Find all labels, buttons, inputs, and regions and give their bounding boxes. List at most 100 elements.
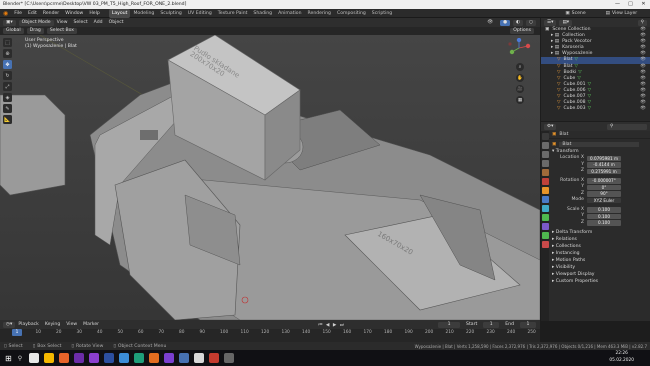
move-tool-icon[interactable]: ✥ bbox=[3, 60, 12, 69]
tab-view-layer-icon[interactable] bbox=[541, 160, 549, 167]
tab-scene-icon[interactable] bbox=[541, 169, 549, 176]
taskbar-app-icon[interactable] bbox=[118, 353, 129, 363]
scale-x-field[interactable]: 0.100 bbox=[587, 207, 621, 213]
tab-shading[interactable]: Shading bbox=[250, 9, 275, 18]
section-instancing[interactable]: ▸ Instancing bbox=[549, 250, 650, 257]
scale-y-field[interactable]: 0.100 bbox=[587, 213, 621, 219]
taskbar-app-icon[interactable] bbox=[133, 353, 144, 363]
viewport-menu-view[interactable]: View bbox=[54, 18, 71, 27]
editor-type-button[interactable]: ▣▾ bbox=[3, 19, 16, 26]
rotation-y-field[interactable]: 0° bbox=[587, 184, 621, 190]
taskbar-app-icon[interactable] bbox=[103, 353, 114, 363]
taskbar-app-icon[interactable] bbox=[178, 353, 189, 363]
visibility-icon[interactable]: 👁 bbox=[487, 20, 493, 25]
playback-controls[interactable]: ⏮ ◀ ▶ ⏭ bbox=[318, 322, 345, 328]
shading-material-button[interactable]: ◐ bbox=[512, 19, 523, 26]
select-tool-icon[interactable]: ⬚ bbox=[3, 38, 12, 47]
tab-layout[interactable]: Layout bbox=[108, 8, 131, 18]
tab-tool-icon[interactable] bbox=[541, 133, 549, 140]
tab-uv-editing[interactable]: UV Editing bbox=[185, 9, 215, 18]
object-mode-dropdown[interactable]: Object Mode bbox=[18, 19, 54, 26]
timeline-playhead[interactable]: 1 bbox=[12, 329, 22, 336]
transform-orientation-dropdown[interactable]: Global bbox=[3, 28, 24, 34]
location-y-field[interactable]: -0.4144 m bbox=[587, 162, 621, 168]
taskbar-app-icon[interactable] bbox=[163, 353, 174, 363]
tab-modifier-icon[interactable] bbox=[541, 196, 549, 203]
tab-compositing[interactable]: Compositing bbox=[334, 9, 369, 18]
view-layer-selector[interactable]: View Layer bbox=[612, 11, 650, 16]
properties-search[interactable]: ⚲ bbox=[607, 123, 647, 130]
rotate-tool-icon[interactable]: ↻ bbox=[3, 71, 12, 80]
location-x-field[interactable]: 0.0795981 m bbox=[587, 155, 621, 161]
end-frame-field[interactable]: 1 bbox=[520, 321, 536, 328]
section-custom-properties[interactable]: ▸ Custom Properties bbox=[549, 278, 650, 285]
zoom-icon[interactable]: ⌕ bbox=[516, 63, 524, 71]
close-button[interactable]: ✕ bbox=[637, 0, 650, 9]
measure-tool-icon[interactable]: 📐 bbox=[3, 115, 12, 124]
menu-window[interactable]: Window bbox=[62, 9, 86, 18]
taskbar-app-icon[interactable] bbox=[193, 353, 204, 363]
menu-file[interactable]: File bbox=[11, 9, 25, 18]
options-dropdown[interactable]: Options bbox=[510, 28, 534, 34]
select-box-dropdown[interactable]: Select Box bbox=[46, 28, 77, 34]
scale-tool-icon[interactable]: ⤢ bbox=[3, 82, 12, 91]
menu-render[interactable]: Render bbox=[40, 9, 62, 18]
section-delta-transform[interactable]: ▸ Delta Transform bbox=[549, 229, 650, 236]
tab-rendering[interactable]: Rendering bbox=[305, 9, 334, 18]
tab-output-icon[interactable] bbox=[541, 151, 549, 158]
tab-constraints-icon[interactable] bbox=[541, 223, 549, 230]
timeline-ruler[interactable]: 0102030405060708090100110120130140150160… bbox=[0, 329, 540, 342]
section-viewport-display[interactable]: ▸ Viewport Display bbox=[549, 271, 650, 278]
tab-render-icon[interactable] bbox=[541, 142, 549, 149]
taskbar-app-icon[interactable] bbox=[148, 353, 159, 363]
start-frame-field[interactable]: 1 bbox=[483, 321, 500, 328]
timeline-menu-keying[interactable]: Keying bbox=[42, 320, 63, 329]
transform-tool-icon[interactable]: ◈ bbox=[3, 93, 12, 102]
shading-rendered-button[interactable]: ○ bbox=[525, 19, 536, 26]
outliner-display-mode[interactable]: ▤▾ bbox=[559, 19, 573, 26]
tab-physics-icon[interactable] bbox=[541, 214, 549, 221]
rotation-mode-dropdown[interactable]: XYZ Euler bbox=[587, 197, 621, 203]
taskbar-app-icon[interactable] bbox=[88, 353, 99, 363]
outliner-tree[interactable]: ▣ Scene Collection 👁 ▸ ▤ Collection 👁 ▸ ▤ Pack … bbox=[541, 27, 650, 121]
object-name-field[interactable]: Blat bbox=[559, 132, 568, 137]
taskbar-app-icon[interactable] bbox=[43, 353, 54, 363]
tab-material-icon[interactable] bbox=[541, 241, 549, 248]
taskbar-app-icon[interactable] bbox=[73, 353, 84, 363]
minimize-button[interactable]: — bbox=[611, 0, 624, 9]
tab-particles-icon[interactable] bbox=[541, 205, 549, 212]
outliner-row[interactable]: ▽ Cube.003 ▽ 👁 bbox=[541, 106, 650, 112]
menu-help[interactable]: Help bbox=[86, 9, 102, 18]
shading-solid-button[interactable]: ● bbox=[499, 19, 510, 26]
viewport-menu-object[interactable]: Object bbox=[106, 18, 127, 27]
timeline-menu-playback[interactable]: Playback bbox=[15, 320, 42, 329]
taskbar-app-icon[interactable] bbox=[28, 353, 39, 363]
camera-icon[interactable]: 🎥 bbox=[516, 85, 524, 93]
tab-animation[interactable]: Animation bbox=[275, 9, 304, 18]
tab-object-icon[interactable] bbox=[541, 187, 549, 194]
visibility-eye-icon[interactable]: 👁 bbox=[640, 106, 646, 112]
tab-sculpting[interactable]: Sculpting bbox=[157, 9, 184, 18]
current-frame-field[interactable]: 1 bbox=[438, 321, 461, 328]
viewport-menu-select[interactable]: Select bbox=[71, 18, 91, 27]
timeline-editor-button[interactable]: ◷▾ bbox=[3, 321, 16, 328]
timeline-menu-marker[interactable]: Marker bbox=[80, 320, 102, 329]
taskbar-app-icon[interactable] bbox=[208, 353, 219, 363]
pan-icon[interactable]: ✋ bbox=[516, 74, 524, 82]
viewport-menu-add[interactable]: Add bbox=[91, 18, 106, 27]
tab-texture-paint[interactable]: Texture Paint bbox=[215, 9, 251, 18]
object-data-name[interactable]: Blat bbox=[559, 141, 640, 147]
transform-panel-header[interactable]: ▾ Transform bbox=[549, 148, 650, 155]
grid-icon[interactable]: ▦ bbox=[516, 96, 524, 104]
taskbar-clock[interactable]: 22:26 05.02.2020 bbox=[609, 351, 634, 364]
taskbar-app-icon[interactable] bbox=[58, 353, 69, 363]
section-collections[interactable]: ▸ Collections bbox=[549, 243, 650, 250]
section-motion-paths[interactable]: ▸ Motion Paths bbox=[549, 257, 650, 264]
tab-scripting[interactable]: Scripting bbox=[369, 9, 395, 18]
scale-z-field[interactable]: 0.100 bbox=[587, 220, 621, 226]
tab-modeling[interactable]: Modeling bbox=[130, 9, 157, 18]
maximize-button[interactable]: □ bbox=[624, 0, 637, 9]
annotate-tool-icon[interactable]: ✎ bbox=[3, 104, 12, 113]
tab-world-icon[interactable] bbox=[541, 178, 549, 185]
navigation-gizmo[interactable]: ⌕ ✋ 🎥 ▦ bbox=[506, 37, 532, 107]
